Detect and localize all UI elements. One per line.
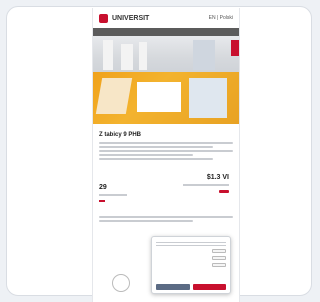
- site-header: UNIVERSIT EN | Polski: [93, 8, 239, 28]
- text-line: [99, 146, 213, 148]
- text-line: [99, 216, 233, 218]
- main-content: Z tabicy 9 PHB $1.3 VI 29: [93, 124, 239, 222]
- text-line: [99, 158, 213, 160]
- text-line: [99, 154, 193, 156]
- logo-icon: [99, 13, 108, 23]
- hero-shape: [103, 40, 113, 70]
- text-line: [99, 142, 233, 144]
- cookie-toggle[interactable]: [212, 263, 226, 267]
- count-value: 29: [99, 184, 107, 191]
- cookie-consent-dialog: [151, 236, 231, 294]
- count-badge: [99, 200, 105, 202]
- language-switch[interactable]: EN | Polski: [209, 15, 233, 21]
- hero-shape: [121, 44, 133, 70]
- cookie-buttons: [156, 284, 226, 290]
- hero-shape: [139, 42, 147, 70]
- hero-shape: [95, 78, 133, 114]
- logo-text[interactable]: UNIVERSIT: [112, 15, 149, 22]
- cookie-toggle[interactable]: [212, 256, 226, 260]
- count-caption: [99, 194, 127, 196]
- price-caption: [183, 184, 229, 186]
- text-line: [156, 244, 226, 246]
- section-heading: Z tabicy 9 PHB: [99, 132, 142, 138]
- hero-image-bottom: [93, 72, 239, 124]
- hero-shape: [137, 82, 181, 112]
- cookie-option-row: [156, 263, 226, 267]
- text-line: [99, 150, 233, 152]
- cookie-option-row: [156, 249, 226, 253]
- cookie-toggle[interactable]: [212, 249, 226, 253]
- text-line: [156, 241, 226, 243]
- secondary-section: [99, 216, 233, 222]
- text-line: [99, 220, 193, 222]
- price-section: $1.3 VI 29: [99, 174, 233, 202]
- hero-shape: [193, 40, 215, 70]
- hero-shape: [189, 78, 227, 118]
- accent-marker: [231, 40, 239, 56]
- accept-all-button[interactable]: [192, 284, 226, 290]
- hero-image-top: [93, 36, 239, 72]
- cookie-option-row: [156, 256, 226, 260]
- save-settings-button[interactable]: [156, 284, 190, 290]
- sub-navigation: [93, 28, 239, 36]
- price-value: $1.3 VI: [206, 174, 229, 181]
- price-badge[interactable]: [219, 190, 229, 193]
- circle-icon: [112, 274, 130, 292]
